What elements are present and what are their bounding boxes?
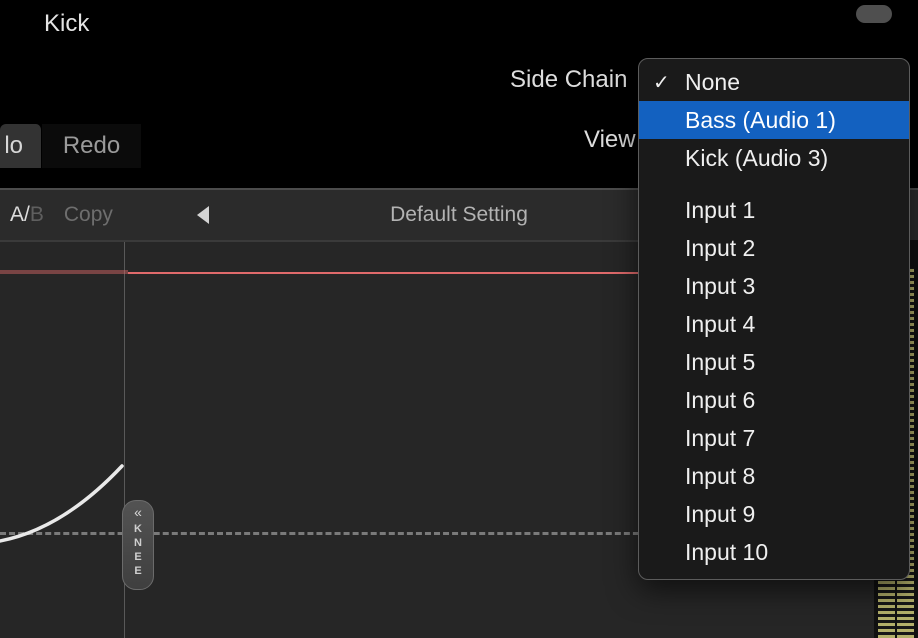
sidechain-input-option[interactable]: Input 8 — [639, 457, 909, 495]
sidechain-input-option[interactable]: Input 3 — [639, 267, 909, 305]
ab-compare-button[interactable]: A/B — [10, 203, 44, 227]
sidechain-option[interactable]: None — [639, 63, 909, 101]
sidechain-dropdown-menu: NoneBass (Audio 1)Kick (Audio 3) Input 1… — [638, 58, 910, 580]
view-label: View — [584, 126, 636, 154]
sidechain-option[interactable]: Bass (Audio 1) — [639, 101, 909, 139]
sidechain-input-option[interactable]: Input 1 — [639, 191, 909, 229]
window-title: Kick — [44, 10, 89, 38]
copy-button[interactable]: Copy — [64, 203, 113, 227]
chevron-double-left-icon: « — [134, 507, 142, 517]
plugin-power-toggle[interactable] — [856, 5, 892, 23]
redo-button[interactable]: Redo — [42, 124, 142, 168]
sidechain-input-option[interactable]: Input 2 — [639, 229, 909, 267]
sidechain-input-option[interactable]: Input 10 — [639, 533, 909, 571]
sidechain-input-option[interactable]: Input 9 — [639, 495, 909, 533]
preset-name-button[interactable]: Default Setting — [390, 203, 528, 227]
sidechain-input-option[interactable]: Input 4 — [639, 305, 909, 343]
transfer-curve — [0, 242, 128, 582]
sidechain-input-option[interactable]: Input 6 — [639, 381, 909, 419]
knee-label: KNEE — [132, 523, 144, 579]
sidechain-input-option[interactable]: Input 7 — [639, 419, 909, 457]
knee-handle[interactable]: « KNEE — [122, 500, 154, 590]
sidechain-option[interactable]: Kick (Audio 3) — [639, 139, 909, 177]
sidechain-label: Side Chain — [510, 66, 627, 94]
sidechain-input-option[interactable]: Input 5 — [639, 343, 909, 381]
prev-preset-icon[interactable] — [197, 206, 209, 224]
undo-button[interactable]: lo — [0, 124, 42, 168]
